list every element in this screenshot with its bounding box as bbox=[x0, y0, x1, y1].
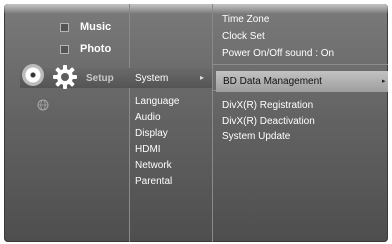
column-divider bbox=[212, 4, 213, 242]
photo-icon bbox=[60, 44, 69, 54]
disc-icon bbox=[22, 64, 44, 86]
option-divx-deactivation[interactable]: DivX(R) Deactivation bbox=[222, 116, 315, 127]
submenu-item-hdmi[interactable]: HDMI bbox=[135, 142, 180, 158]
system-menu-label[interactable]: System bbox=[135, 73, 168, 84]
option-power-sound[interactable]: Power On/Off sound : On bbox=[222, 48, 334, 59]
gear-icon bbox=[53, 65, 77, 89]
option-divider bbox=[212, 64, 388, 65]
chevron-right-icon: ▸ bbox=[382, 78, 386, 85]
category-label: Photo bbox=[80, 43, 112, 55]
submenu-item-network[interactable]: Network bbox=[135, 158, 180, 174]
column-divider bbox=[129, 4, 130, 242]
submenu-item-parental[interactable]: Parental bbox=[135, 174, 180, 190]
submenu-item-language[interactable]: Language bbox=[135, 94, 180, 110]
category-photo[interactable]: Photo bbox=[60, 40, 111, 58]
selected-option-label: BD Data Management bbox=[223, 76, 322, 87]
music-icon bbox=[60, 22, 69, 32]
category-music[interactable]: Music bbox=[60, 18, 111, 36]
chevron-right-icon: ▸ bbox=[200, 73, 205, 82]
option-clock-set[interactable]: Clock Set bbox=[222, 31, 265, 42]
option-divx-registration[interactable]: DivX(R) Registration bbox=[222, 100, 313, 111]
system-submenu: Language Audio Display HDMI Network Pare… bbox=[135, 94, 180, 190]
setup-menu-screen: Music Photo Setup System ▸ Language Audi… bbox=[4, 4, 388, 242]
globe-icon bbox=[37, 99, 49, 111]
option-time-zone[interactable]: Time Zone bbox=[222, 14, 269, 25]
setup-row[interactable] bbox=[20, 68, 212, 88]
submenu-item-audio[interactable]: Audio bbox=[135, 110, 180, 126]
setup-label: Setup bbox=[86, 73, 114, 84]
submenu-item-display[interactable]: Display bbox=[135, 126, 180, 142]
category-label: Music bbox=[80, 21, 112, 33]
option-system-update[interactable]: System Update bbox=[222, 131, 290, 142]
